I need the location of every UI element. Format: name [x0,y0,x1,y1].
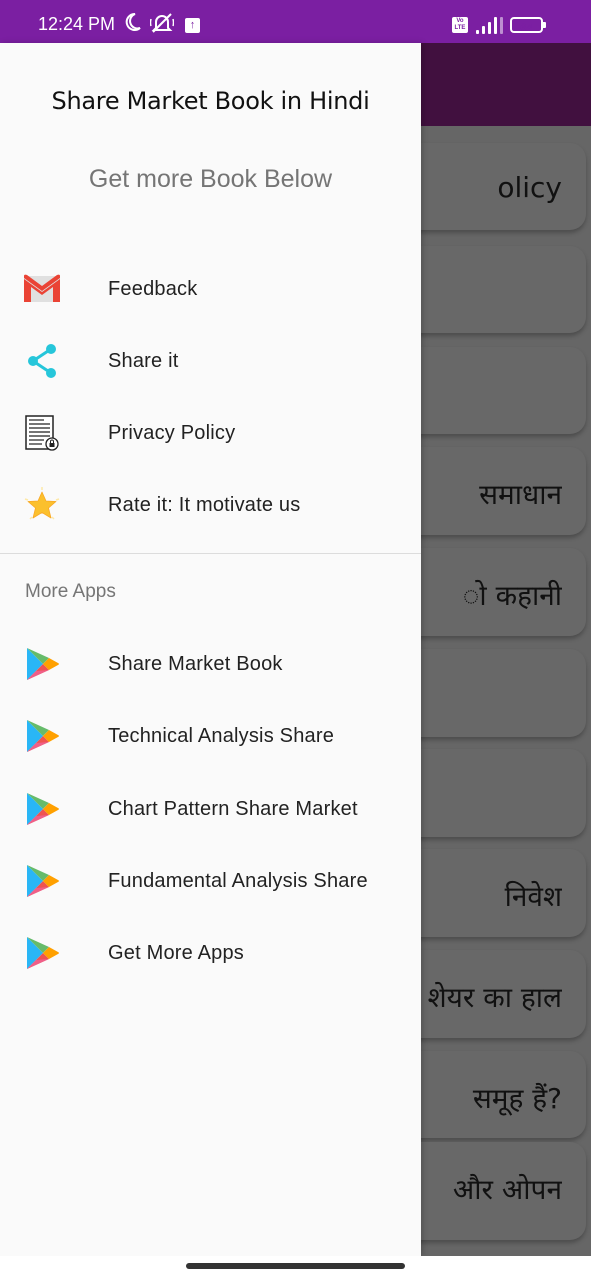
moon-icon [122,12,142,36]
gmail-icon [22,271,62,307]
signal-icon [476,16,503,34]
system-nav-bar [0,1256,591,1280]
menu-item-label: Privacy Policy [108,422,236,444]
share-icon [22,343,62,379]
app-item-label: Fundamental Analysis Share [108,869,368,892]
screen: 12:24 PM ↑ Vo LTE 64 di olicyसमाधानो कहा… [0,0,591,1280]
menu-item-privacy-policy[interactable]: Privacy Policy [0,397,421,469]
app-item-technical-analysis-share[interactable]: Technical Analysis Share [0,700,421,772]
play-store-icon [22,935,62,971]
drawer-subtitle: Get more Book Below [88,165,333,193]
app-item-label: Technical Analysis Share [108,725,335,748]
more-apps-header: More Apps [25,581,116,602]
privacy-document-icon [22,415,62,451]
menu-item-label: Feedback [108,278,198,300]
status-bar: 12:24 PM ↑ Vo LTE 64 [0,0,591,43]
app-item-label: Get More Apps [108,942,244,965]
menu-item-label: Rate it: It motivate us [108,494,301,516]
menu-item-share[interactable]: Share it [0,325,421,397]
bell-off-icon [149,12,175,38]
app-item-fundamental-analysis-share[interactable]: Fundamental Analysis Share [0,845,421,917]
play-store-icon [22,791,62,827]
play-store-icon [22,646,62,682]
home-gesture-handle[interactable] [186,1263,405,1269]
menu-item-label: Share it [108,350,179,372]
app-item-label: Chart Pattern Share Market [108,797,358,820]
status-time: 12:24 PM [38,14,116,34]
battery-icon: 64 [510,17,546,34]
drawer-title: Share Market Book in Hindi [51,87,370,115]
app-item-get-more-apps[interactable]: Get More Apps [0,917,421,989]
play-store-icon [22,718,62,754]
navigation-drawer: Share Market Book in Hindi Get more Book… [0,43,421,1256]
upload-icon: ↑ [185,18,200,33]
app-item-label: Share Market Book [108,653,283,675]
star-icon [22,487,62,523]
battery-level: 64 [520,22,533,34]
drawer-divider [0,553,421,554]
play-store-icon [22,863,62,899]
battery-tip [543,22,546,28]
volte-icon: Vo LTE [452,17,468,33]
app-item-chart-pattern-share-market[interactable]: Chart Pattern Share Market [0,773,421,845]
app-item-share-market-book[interactable]: Share Market Book [0,628,421,700]
menu-item-rate-it[interactable]: Rate it: It motivate us [0,469,421,541]
menu-item-feedback[interactable]: Feedback [0,253,421,325]
